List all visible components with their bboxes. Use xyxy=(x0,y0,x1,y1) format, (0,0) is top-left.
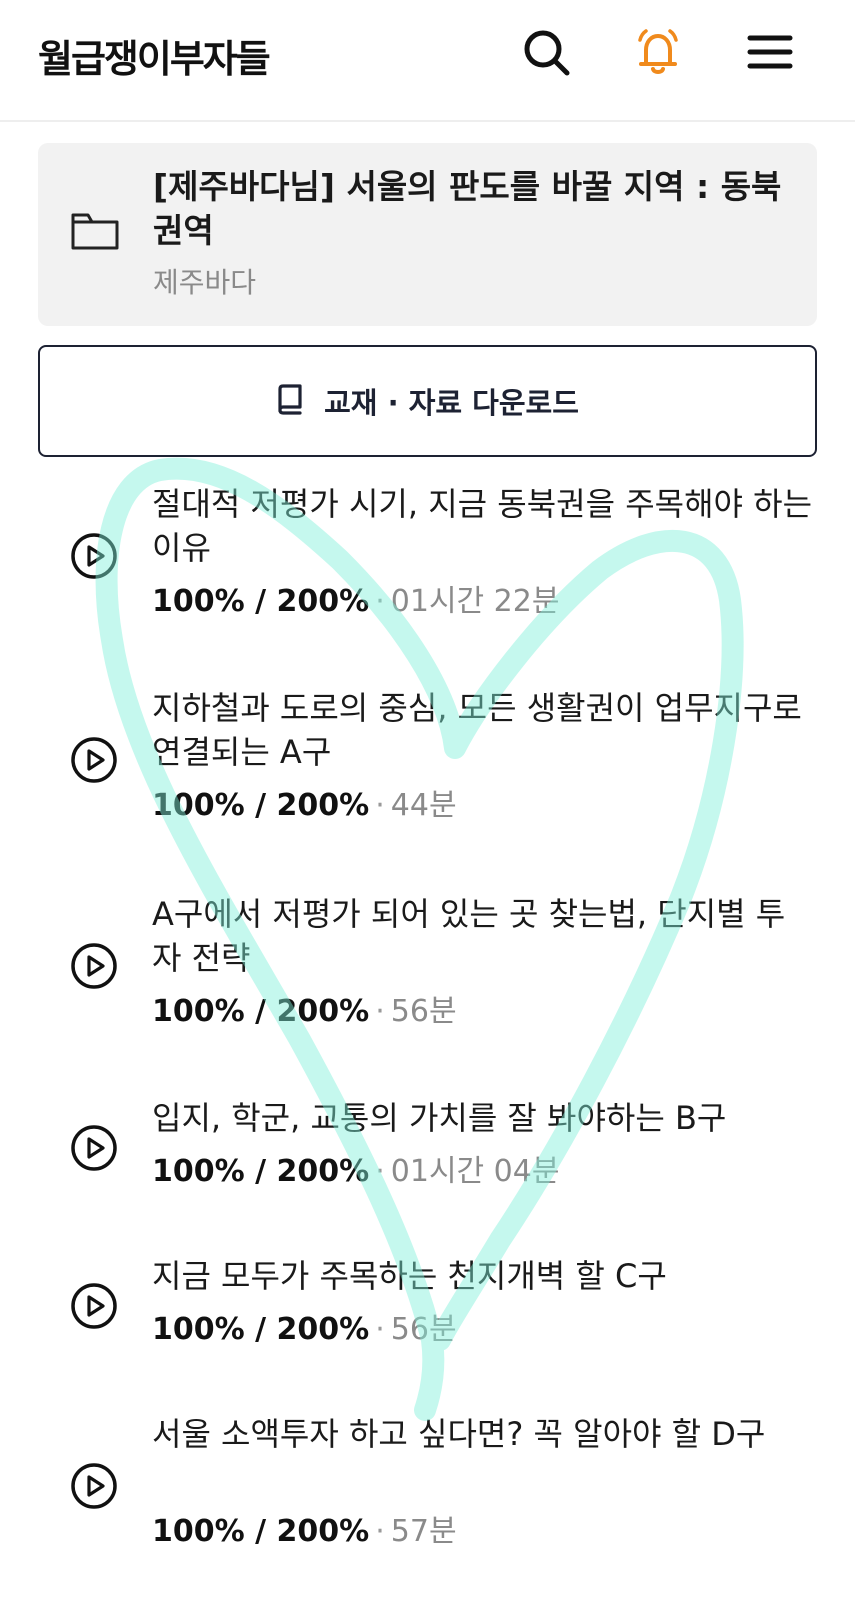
course-card: [제주바다님] 서울의 판도를 바꿀 지역 : 동북권역 제주바다 xyxy=(38,143,817,326)
progress-text: 100% / 200% xyxy=(152,1154,370,1189)
progress-text: 100% / 200% xyxy=(152,1312,370,1347)
bell-icon[interactable] xyxy=(632,26,684,78)
app-header: 월급쟁이부자들 xyxy=(0,0,855,122)
search-icon[interactable] xyxy=(520,26,572,78)
lesson-meta: 100% / 200% · 01시간 04분 xyxy=(152,1154,560,1189)
course-title: [제주바다님] 서울의 판도를 바꿀 지역 : 동북권역 xyxy=(153,167,782,250)
lesson-title: A구에서 저평가 되어 있는 곳 찾는법, 단지별 투자 전략 xyxy=(152,895,786,977)
lesson-title: 지하철과 도로의 중심, 모든 생활권이 업무지구로 연결되는 A구 xyxy=(152,689,802,771)
lesson-title: 지금 모두가 주목하는 천지개벽 할 C구 xyxy=(152,1257,667,1295)
duration-text: 01시간 22분 xyxy=(390,584,560,619)
brand-logo[interactable]: 월급쟁이부자들 xyxy=(38,28,271,83)
lesson-item[interactable]: 지금 모두가 주목하는 천지개벽 할 C구 100% / 200% · 56분 xyxy=(0,1254,855,1364)
download-materials-button[interactable]: 교재 · 자료 다운로드 xyxy=(38,345,817,457)
play-icon[interactable] xyxy=(70,1124,118,1172)
menu-icon[interactable] xyxy=(744,26,796,78)
lesson-item[interactable]: 지하철과 도로의 중심, 모든 생활권이 업무지구로 연결되는 A구 100% … xyxy=(0,686,855,846)
duration-text: 57분 xyxy=(390,1514,457,1549)
play-icon[interactable] xyxy=(70,1282,118,1330)
lesson-item[interactable]: A구에서 저평가 되어 있는 곳 찾는법, 단지별 투자 전략 100% / 2… xyxy=(0,892,855,1052)
duration-text: 56분 xyxy=(390,994,457,1029)
lesson-item[interactable]: 절대적 저평가 시기, 지금 동북권을 주목해야 하는 이유 100% / 20… xyxy=(0,482,855,642)
course-author: 제주바다 xyxy=(153,266,257,299)
lesson-item[interactable]: 입지, 학군, 교통의 가치를 잘 봐야하는 B구 100% / 200% · 01… xyxy=(0,1096,855,1206)
play-icon[interactable] xyxy=(70,1462,118,1510)
progress-text: 100% / 200% xyxy=(152,994,370,1029)
play-icon[interactable] xyxy=(70,736,118,784)
duration-text: 56분 xyxy=(390,1312,457,1347)
book-icon xyxy=(276,383,304,419)
folder-icon xyxy=(70,209,120,253)
download-label: 교재 · 자료 다운로드 xyxy=(324,386,579,420)
lesson-title: 서울 소액투자 하고 싶다면? 꼭 알아야 할 D구 xyxy=(152,1415,766,1453)
lesson-meta: 100% / 200% · 44분 xyxy=(152,788,457,823)
progress-text: 100% / 200% xyxy=(152,1514,370,1549)
duration-text: 01시간 04분 xyxy=(390,1154,560,1189)
lesson-meta: 100% / 200% · 57분 xyxy=(152,1514,457,1549)
progress-text: 100% / 200% xyxy=(152,584,370,619)
play-icon[interactable] xyxy=(70,942,118,990)
lesson-meta: 100% / 200% · 01시간 22분 xyxy=(152,584,560,619)
lesson-title: 입지, 학군, 교통의 가치를 잘 봐야하는 B구 xyxy=(152,1099,727,1137)
lesson-item[interactable]: 서울 소액투자 하고 싶다면? 꼭 알아야 할 D구 100% / 200% · 5… xyxy=(0,1412,855,1572)
play-icon[interactable] xyxy=(70,532,118,580)
progress-text: 100% / 200% xyxy=(152,788,370,823)
duration-text: 44분 xyxy=(390,788,457,823)
lesson-meta: 100% / 200% · 56분 xyxy=(152,994,457,1029)
lesson-title: 절대적 저평가 시기, 지금 동북권을 주목해야 하는 이유 xyxy=(152,485,813,567)
lesson-meta: 100% / 200% · 56분 xyxy=(152,1312,457,1347)
